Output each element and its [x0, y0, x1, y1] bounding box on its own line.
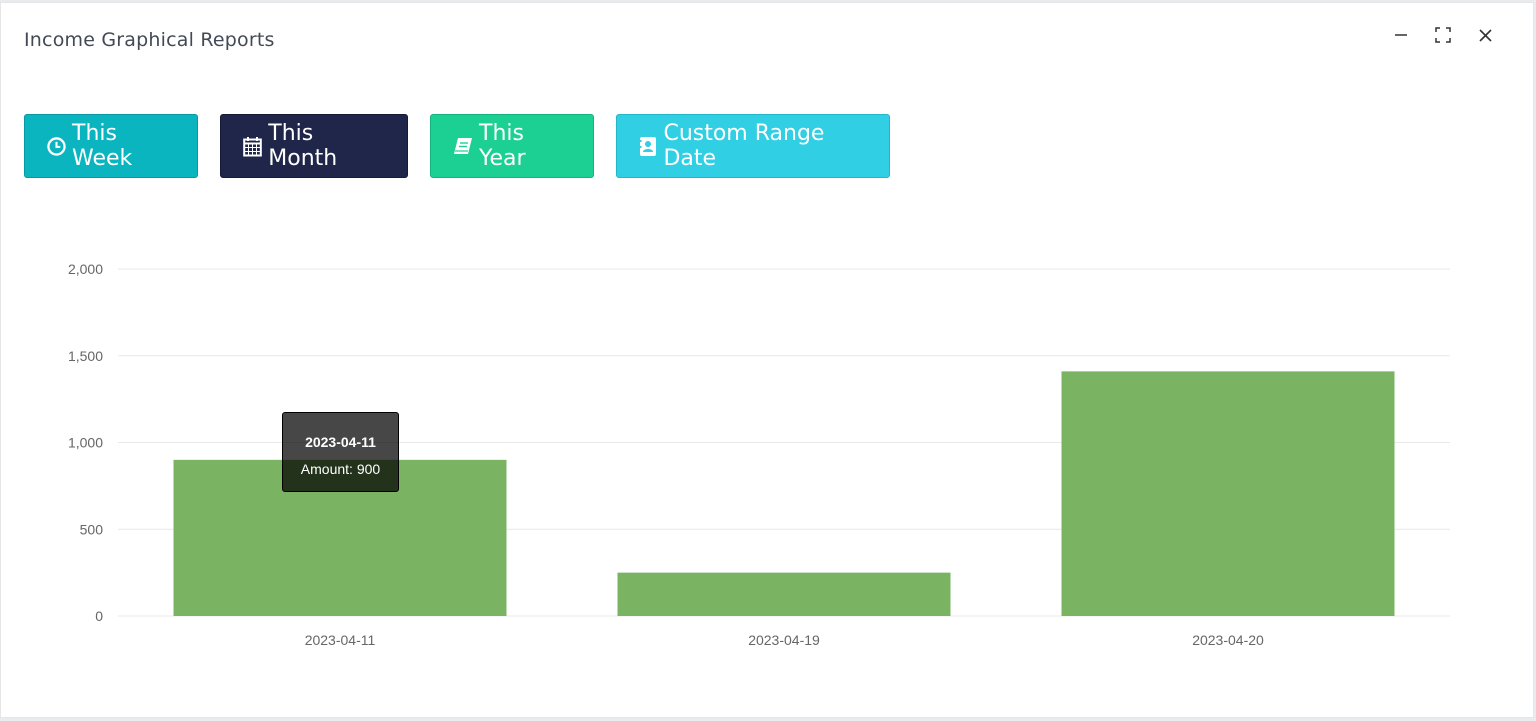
income-bar-chart: 0 500 1,000 1,500 2,000 2023-04-11 2023-04-19 2… [68, 261, 1450, 648]
y-tick-label: 500 [80, 521, 104, 537]
tooltip-body: Amount: 900 [300, 461, 381, 477]
y-tick-label: 2,000 [68, 261, 103, 277]
chart-tooltip: 2023-04-11 Amount: 900 [282, 412, 399, 492]
x-tick-label: 2023-04-11 [305, 632, 376, 648]
y-tick-label: 1,000 [68, 435, 103, 451]
tooltip-title: 2023-04-11 [305, 434, 376, 450]
bar-2023-04-20[interactable] [1061, 371, 1395, 616]
y-tick-label: 1,500 [68, 348, 103, 364]
x-tick-label: 2023-04-20 [1192, 632, 1264, 648]
bar-2023-04-19[interactable] [617, 572, 951, 616]
y-tick-label: 0 [95, 608, 103, 624]
x-tick-label: 2023-04-19 [748, 632, 820, 648]
